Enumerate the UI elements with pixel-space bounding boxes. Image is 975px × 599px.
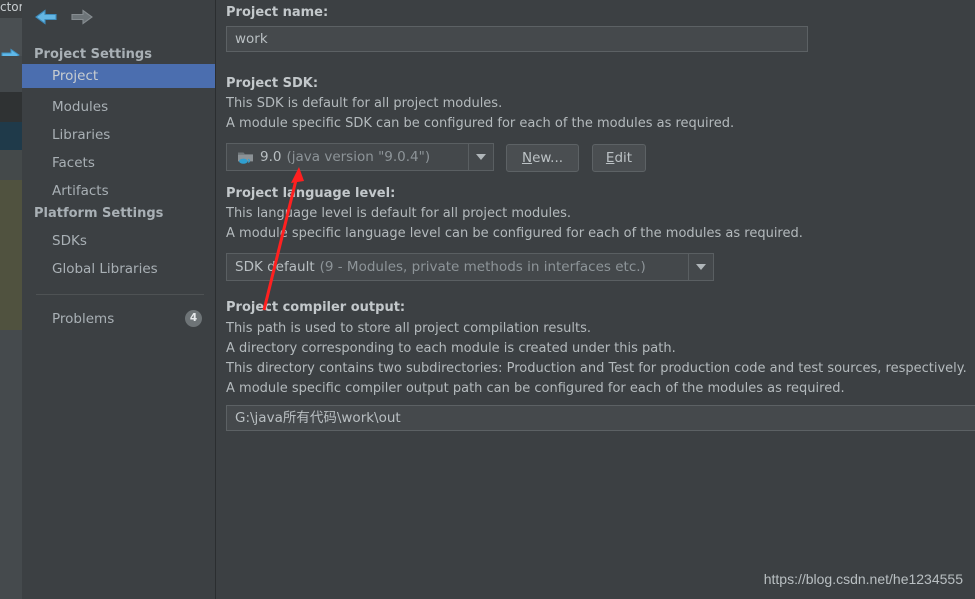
sidebar-separator bbox=[36, 294, 204, 295]
sidebar-item-sdks[interactable]: SDKs bbox=[22, 229, 215, 253]
ide-background-row-2 bbox=[0, 92, 22, 122]
compiler-output-desc-line-1: This path is used to store all project c… bbox=[226, 321, 591, 336]
compiler-output-label: Project compiler output: bbox=[226, 300, 406, 315]
ide-background-row-4 bbox=[0, 150, 22, 180]
ide-menu-partial-label: ctor bbox=[0, 0, 24, 14]
ide-background-row-3-highlighted bbox=[0, 122, 22, 150]
language-level-dropdown-arrow[interactable] bbox=[688, 254, 713, 280]
sidebar-item-global-libraries[interactable]: Global Libraries bbox=[22, 257, 215, 281]
language-level-combobox-value: SDK default (9 - Modules, private method… bbox=[227, 259, 688, 275]
compiler-output-desc-line-4: A module specific compiler output path c… bbox=[226, 381, 845, 396]
project-sdk-desc-line-1: This SDK is default for all project modu… bbox=[226, 96, 503, 111]
project-name-label: Project name: bbox=[226, 5, 329, 20]
settings-sidebar: Project Settings Project Modules Librari… bbox=[22, 0, 216, 599]
sidebar-item-artifacts[interactable]: Artifacts bbox=[22, 179, 215, 203]
project-sdk-combobox[interactable]: 9.0 (java version "9.0.4") bbox=[226, 143, 494, 171]
project-sdk-version: 9.0 bbox=[260, 149, 282, 165]
project-name-input[interactable]: work bbox=[226, 26, 808, 52]
compiler-output-desc-line-2: A directory corresponding to each module… bbox=[226, 341, 676, 356]
problems-count-badge: 4 bbox=[185, 310, 202, 327]
chevron-down-icon bbox=[476, 154, 486, 160]
ide-background-olive-strip bbox=[0, 180, 22, 330]
language-level-value-detail: (9 - Modules, private methods in interfa… bbox=[319, 259, 646, 275]
language-level-value: SDK default bbox=[235, 259, 315, 275]
new-sdk-button-label: ew... bbox=[532, 150, 564, 166]
language-level-desc-line-2: A module specific language level can be … bbox=[226, 226, 803, 241]
compiler-output-desc-line-3: This directory contains two subdirectori… bbox=[226, 361, 967, 376]
sidebar-group-header-project-settings: Project Settings bbox=[34, 47, 152, 62]
sidebar-item-modules[interactable]: Modules bbox=[22, 95, 215, 119]
chevron-down-icon bbox=[696, 264, 706, 270]
back-arrow-icon[interactable] bbox=[34, 8, 58, 26]
project-structure-dialog: ctor Project Settings Project Modules Li… bbox=[0, 0, 975, 599]
java-sdk-folder-icon bbox=[238, 152, 253, 164]
sidebar-item-facets[interactable]: Facets bbox=[22, 151, 215, 175]
sidebar-group-header-platform-settings: Platform Settings bbox=[34, 206, 164, 221]
sidebar-item-libraries[interactable]: Libraries bbox=[22, 123, 215, 147]
language-level-label: Project language level: bbox=[226, 186, 396, 201]
forward-arrow-icon[interactable] bbox=[70, 8, 94, 26]
ide-background-row-1 bbox=[0, 56, 22, 92]
project-sdk-desc-line-2: A module specific SDK can be configured … bbox=[226, 116, 735, 131]
compiler-output-input[interactable]: G:\java所有代码\work\out bbox=[226, 405, 975, 431]
ide-background-top: ctor bbox=[0, 0, 24, 18]
new-sdk-button[interactable]: New... bbox=[506, 144, 579, 172]
project-sdk-combobox-value: 9.0 (java version "9.0.4") bbox=[227, 149, 468, 165]
sidebar-navigation-bar bbox=[22, 0, 215, 34]
project-sdk-version-detail: (java version "9.0.4") bbox=[286, 149, 431, 165]
language-level-desc-line-1: This language level is default for all p… bbox=[226, 206, 571, 221]
project-sdk-dropdown-arrow[interactable] bbox=[468, 144, 493, 170]
ide-toolbar-sliver bbox=[0, 18, 22, 62]
project-sdk-label: Project SDK: bbox=[226, 76, 319, 91]
edit-sdk-button[interactable]: Edit bbox=[592, 144, 646, 172]
new-sdk-button-mnemonic: N bbox=[521, 150, 533, 166]
language-level-combobox[interactable]: SDK default (9 - Modules, private method… bbox=[226, 253, 714, 281]
project-settings-panel: Project name: work Project SDK: This SDK… bbox=[216, 0, 975, 599]
watermark-text: https://blog.csdn.net/he1234555 bbox=[763, 571, 963, 587]
edit-sdk-button-label: dit bbox=[614, 150, 633, 166]
edit-sdk-button-mnemonic: E bbox=[605, 150, 615, 166]
sidebar-item-project[interactable]: Project bbox=[22, 64, 215, 88]
ide-background-bottom bbox=[0, 330, 22, 599]
